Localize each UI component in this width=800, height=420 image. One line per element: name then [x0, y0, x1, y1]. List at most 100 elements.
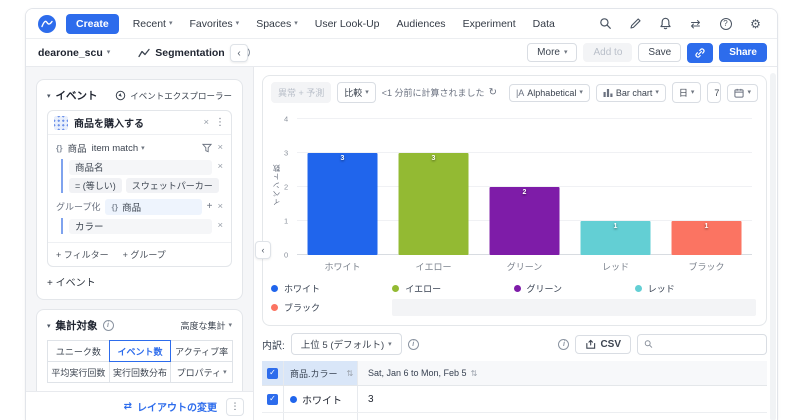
- chart-type-dropdown[interactable]: Bar chart ▾: [596, 84, 666, 102]
- gear-icon[interactable]: ⚙: [748, 16, 763, 31]
- measure-option-アクティブ率[interactable]: アクティブ率: [170, 340, 233, 362]
- date-range-segmented-control: 7日30日60日90日: [707, 82, 721, 103]
- nav-item-data[interactable]: Data: [533, 18, 555, 30]
- advanced-aggregation-dropdown[interactable]: 高度な集計 ▾: [180, 319, 232, 332]
- sync-icon[interactable]: ⇄: [688, 16, 703, 31]
- drag-handle-icon[interactable]: [54, 116, 68, 130]
- info-icon[interactable]: i: [408, 339, 419, 350]
- bar-ブラック[interactable]: 1: [671, 221, 742, 255]
- event-name[interactable]: 商品を購入する: [74, 115, 197, 130]
- measure-option-label: イベント数: [117, 345, 162, 358]
- legend-item-グリーン[interactable]: グリーン: [514, 282, 635, 295]
- legend-item-ホワイト[interactable]: ホワイト: [271, 282, 392, 295]
- header-date-cell[interactable]: Sat, Jan 6 to Mon, Feb 5 ⇅: [358, 361, 767, 385]
- legend-item-レッド[interactable]: レッド: [635, 282, 756, 295]
- copy-link-button[interactable]: [687, 43, 713, 63]
- bell-icon[interactable]: [658, 16, 673, 31]
- filter-field[interactable]: 商品名: [69, 160, 212, 175]
- sidebar-kebab-button[interactable]: ⋮: [226, 398, 244, 416]
- info-icon[interactable]: i: [558, 339, 569, 350]
- event-explorer-link[interactable]: イベントエクスプローラー: [115, 90, 232, 102]
- help-icon[interactable]: ?: [718, 16, 733, 31]
- value-chip[interactable]: スウェットパーカー: [126, 178, 219, 193]
- save-button[interactable]: Save: [638, 43, 681, 62]
- compare-button[interactable]: 比較▾: [337, 82, 376, 103]
- bar-グリーン[interactable]: 2: [489, 187, 560, 255]
- bar-series: 33211: [297, 115, 752, 255]
- header-name-cell[interactable]: 商品.カラー ⇅: [284, 361, 358, 385]
- close-icon[interactable]: ×: [217, 143, 223, 153]
- calendar-dropdown[interactable]: ▾: [727, 84, 758, 102]
- share-button[interactable]: Share: [719, 43, 767, 62]
- table-row-イエロー: ✓イエロー3: [262, 413, 767, 420]
- measure-option-プロパティ[interactable]: プロパティ▾: [170, 361, 233, 383]
- nav-item-label: Data: [533, 18, 555, 30]
- interval-dropdown[interactable]: 日▾: [672, 82, 702, 103]
- measure-option-イベント数[interactable]: イベント数: [109, 340, 172, 362]
- project-selector[interactable]: dearone_scu ▾: [38, 47, 110, 59]
- groupby-property-field[interactable]: {} 商品: [105, 199, 201, 215]
- measure-option-平均実行回数[interactable]: 平均実行回数: [47, 361, 110, 383]
- add-event-link[interactable]: + イベント: [47, 274, 96, 289]
- groupby-value-row: カラー ×: [69, 218, 223, 234]
- table-search[interactable]: [637, 334, 767, 355]
- table-search-input[interactable]: [657, 339, 760, 350]
- legend-item-イエロー[interactable]: イエロー: [392, 282, 513, 295]
- bar-レッド[interactable]: 1: [580, 221, 651, 255]
- checkbox-checked[interactable]: ✓: [267, 368, 278, 379]
- scrollbar[interactable]: [770, 73, 776, 420]
- add-icon[interactable]: +: [207, 201, 213, 212]
- change-layout-button[interactable]: ⇄ レイアウトの変更: [124, 399, 217, 414]
- nav-item-favorites[interactable]: Favorites▾: [189, 18, 239, 30]
- export-csv-button[interactable]: CSV: [575, 335, 631, 354]
- measure-option-実行回数分布[interactable]: 実行回数分布: [109, 361, 172, 383]
- filter-property[interactable]: 商品: [68, 141, 87, 155]
- legend-item-ブラック[interactable]: ブラック: [271, 301, 392, 314]
- header-checkbox-cell: ✓: [262, 361, 284, 385]
- create-button[interactable]: Create: [66, 14, 119, 34]
- compose-icon[interactable]: [628, 16, 643, 31]
- filter-funnel-icon[interactable]: [202, 143, 212, 153]
- add-group-link[interactable]: + グループ: [123, 248, 166, 261]
- chart-legend: ホワイトイエローグリーンレッドブラック: [271, 279, 756, 317]
- groupby-label: グループ化: [56, 200, 100, 213]
- chevron-down-icon[interactable]: ▾: [47, 322, 51, 330]
- filter-clause: 商品名 × = (等しい) スウェットパーカー: [61, 159, 223, 193]
- match-mode-dropdown[interactable]: item match ▾: [92, 143, 145, 154]
- nav-item-recent[interactable]: Recent▾: [133, 18, 173, 30]
- measure-option-ユニーク数[interactable]: ユニーク数: [47, 340, 110, 362]
- info-icon[interactable]: i: [103, 320, 114, 331]
- chevron-down-icon[interactable]: ▾: [47, 92, 51, 100]
- close-icon[interactable]: ×: [203, 118, 209, 128]
- groupby-value-field[interactable]: カラー: [69, 219, 212, 234]
- table-row-ホワイト: ✓ホワイト3: [262, 386, 767, 413]
- chart-type-selector[interactable]: Segmentation ▾: [138, 47, 233, 59]
- more-button[interactable]: More▾: [527, 43, 577, 62]
- close-icon[interactable]: ×: [217, 221, 223, 231]
- search-icon[interactable]: [598, 16, 613, 31]
- range-button-7日[interactable]: 7日: [708, 83, 721, 102]
- project-name: dearone_scu: [38, 47, 103, 59]
- bar-イエロー[interactable]: 3: [398, 153, 469, 255]
- amplitude-logo-icon[interactable]: [38, 15, 56, 33]
- table-header: ✓ 商品.カラー ⇅ Sat, Jan 6 to Mon, Feb 5 ⇅: [262, 361, 767, 386]
- event-card: 商品を購入する × ⋮ {} 商品 item match ▾: [47, 110, 232, 267]
- sort-icon[interactable]: ⇅: [471, 369, 478, 378]
- sort-dropdown[interactable]: |A Alphabetical ▾: [509, 84, 590, 102]
- kebab-menu-icon[interactable]: ⋮: [215, 117, 225, 128]
- close-icon[interactable]: ×: [217, 162, 223, 172]
- panel-collapse-button[interactable]: ‹: [255, 241, 271, 259]
- sidebar-collapse-button[interactable]: ‹: [230, 44, 248, 62]
- nav-item-spaces[interactable]: Spaces▾: [256, 18, 298, 30]
- top-values-dropdown[interactable]: 上位 5 (デフォルト)▾: [291, 333, 402, 355]
- bar-ホワイト[interactable]: 3: [307, 153, 378, 255]
- close-icon[interactable]: ×: [217, 202, 223, 212]
- operator-chip[interactable]: = (等しい): [69, 178, 122, 193]
- refresh-icon[interactable]: ↻: [489, 87, 497, 98]
- nav-item-user-look-up[interactable]: User Look-Up: [315, 18, 380, 30]
- add-filter-link[interactable]: + フィルター: [56, 248, 109, 261]
- sort-icon[interactable]: ⇅: [347, 369, 354, 378]
- nav-item-audiences[interactable]: Audiences: [397, 18, 446, 30]
- checkbox-checked[interactable]: ✓: [267, 394, 278, 405]
- nav-item-experiment[interactable]: Experiment: [463, 18, 516, 30]
